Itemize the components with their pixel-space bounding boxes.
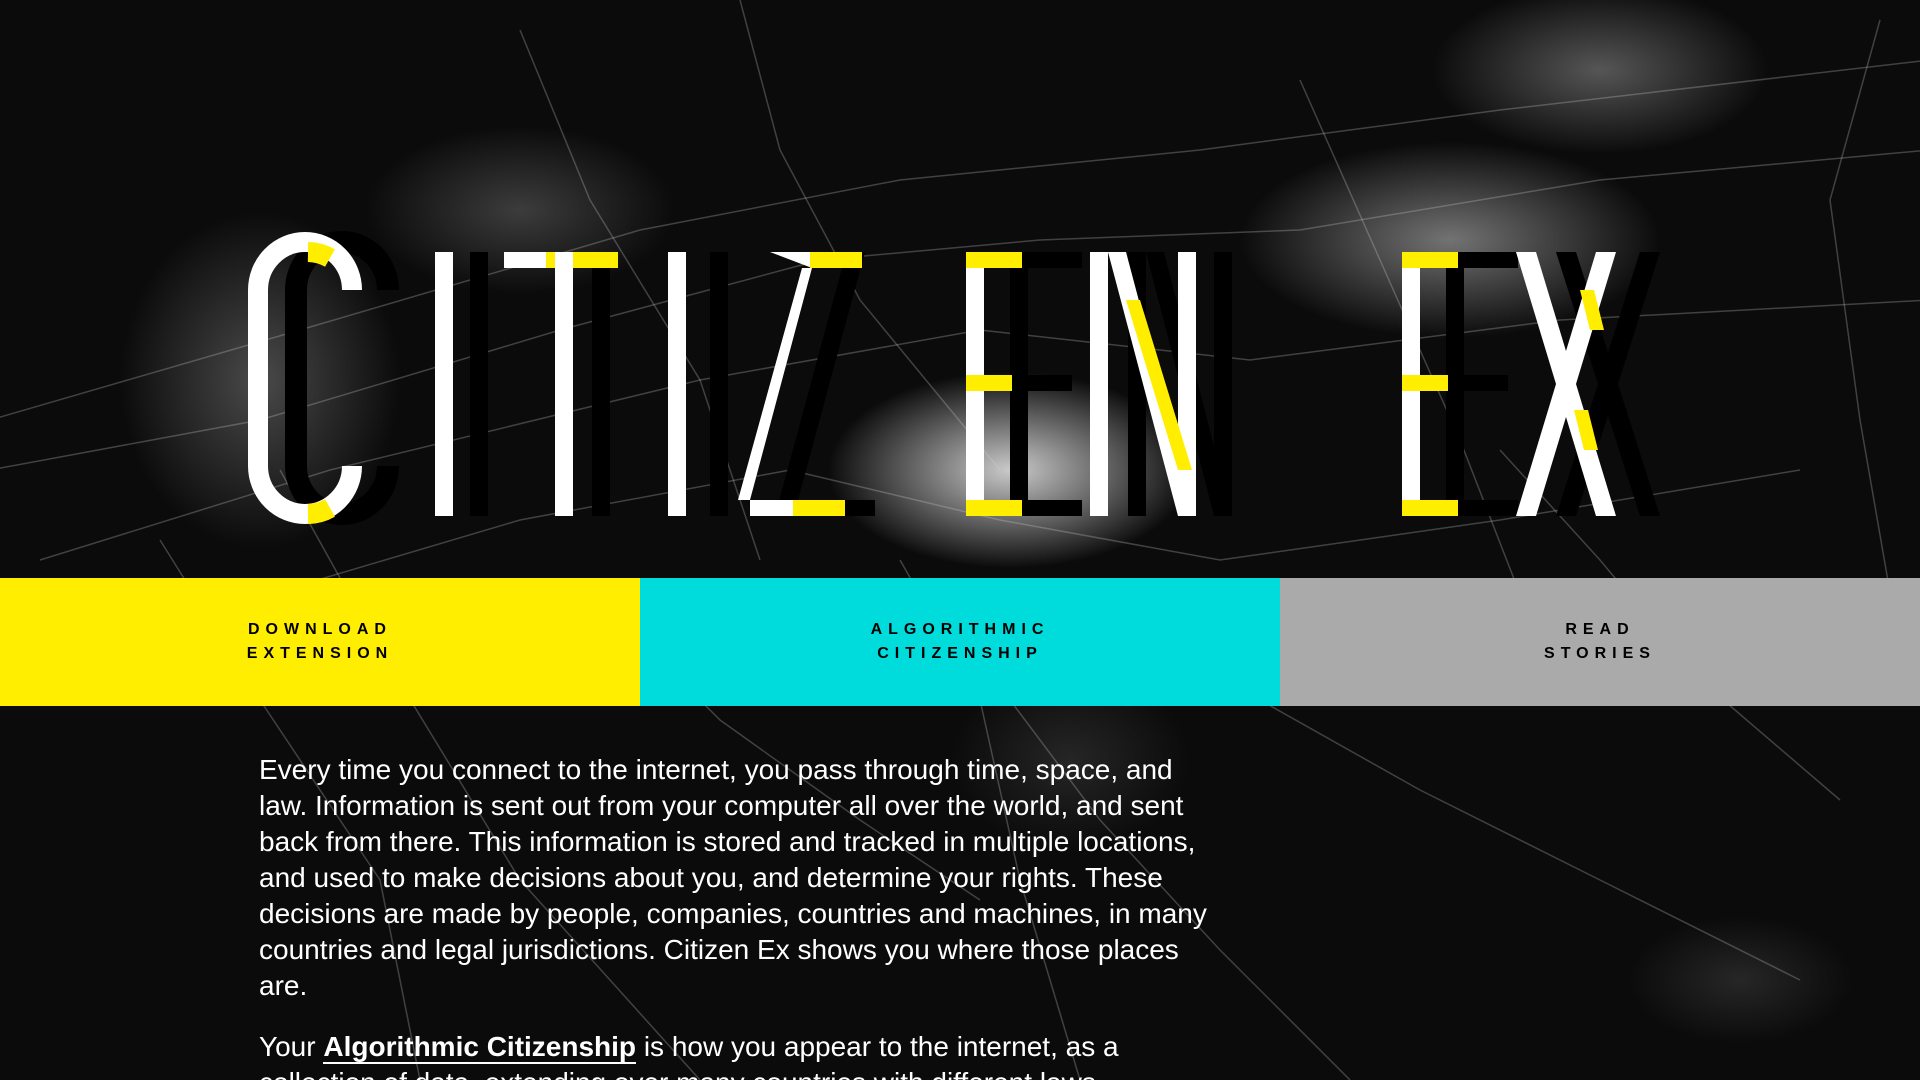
primary-nav: DOWNLOAD EXTENSION ALGORITHMIC CITIZENSH…: [0, 578, 1920, 706]
intro-text: Every time you connect to the internet, …: [259, 752, 1209, 1080]
algorithmic-label-line1: ALGORITHMIC: [870, 621, 1050, 638]
logo-letter-i-1: [435, 252, 488, 516]
intro-paragraph-2: Your Algorithmic Citizenship is how you …: [259, 1029, 1209, 1080]
download-extension-button[interactable]: DOWNLOAD EXTENSION: [0, 578, 640, 706]
citizen-ex-logo: [248, 231, 1660, 525]
read-stories-button[interactable]: READ STORIES: [1280, 578, 1920, 706]
algorithmic-citizenship-button[interactable]: ALGORITHMIC CITIZENSHIP: [640, 578, 1280, 706]
logo-letter-t: [504, 252, 618, 516]
logo-letter-z: [738, 252, 875, 516]
read-label-line1: READ: [1565, 621, 1635, 638]
logo-letter-e-2: [1402, 252, 1518, 516]
download-label-line2: EXTENSION: [246, 645, 394, 662]
intro-paragraph-1: Every time you connect to the internet, …: [259, 754, 1207, 1001]
read-label-line2: STORIES: [1544, 645, 1656, 662]
algorithmic-label-line2: CITIZENSHIP: [877, 645, 1043, 662]
download-label-line1: DOWNLOAD: [248, 621, 392, 638]
logo-letter-e-1: [966, 252, 1082, 516]
logo-letter-i-2: [668, 252, 728, 516]
logo-letter-x: [1516, 252, 1660, 516]
intro-paragraph-2-prefix: Your: [259, 1031, 324, 1062]
algorithmic-citizenship-link[interactable]: Algorithmic Citizenship: [323, 1031, 637, 1064]
logo-letter-c: [248, 231, 399, 525]
logo-letter-n: [1090, 252, 1232, 516]
